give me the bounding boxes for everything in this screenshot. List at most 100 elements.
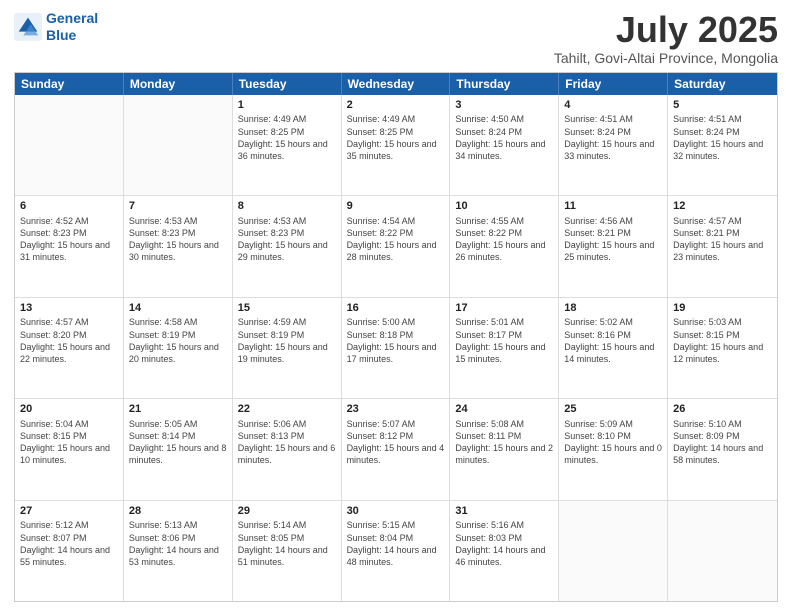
cell-info: Sunrise: 5:12 AM Sunset: 8:07 PM Dayligh… (20, 519, 118, 568)
day-number: 6 (20, 199, 118, 214)
day-number: 9 (347, 199, 445, 214)
main-title: July 2025 (554, 10, 778, 50)
empty-cell (15, 95, 124, 195)
day-number: 16 (347, 301, 445, 316)
header-day-friday: Friday (559, 73, 668, 95)
day-number: 14 (129, 301, 227, 316)
cell-info: Sunrise: 5:05 AM Sunset: 8:14 PM Dayligh… (129, 418, 227, 467)
header-day-wednesday: Wednesday (342, 73, 451, 95)
day-cell-25: 25Sunrise: 5:09 AM Sunset: 8:10 PM Dayli… (559, 399, 668, 499)
day-cell-29: 29Sunrise: 5:14 AM Sunset: 8:05 PM Dayli… (233, 501, 342, 601)
day-number: 23 (347, 402, 445, 417)
day-number: 7 (129, 199, 227, 214)
cell-info: Sunrise: 4:53 AM Sunset: 8:23 PM Dayligh… (129, 215, 227, 264)
logo-icon (14, 13, 42, 41)
cell-info: Sunrise: 5:06 AM Sunset: 8:13 PM Dayligh… (238, 418, 336, 467)
day-number: 31 (455, 504, 553, 519)
cell-info: Sunrise: 5:09 AM Sunset: 8:10 PM Dayligh… (564, 418, 662, 467)
day-number: 21 (129, 402, 227, 417)
day-number: 20 (20, 402, 118, 417)
day-cell-26: 26Sunrise: 5:10 AM Sunset: 8:09 PM Dayli… (668, 399, 777, 499)
empty-cell (559, 501, 668, 601)
cell-info: Sunrise: 4:56 AM Sunset: 8:21 PM Dayligh… (564, 215, 662, 264)
cell-info: Sunrise: 5:08 AM Sunset: 8:11 PM Dayligh… (455, 418, 553, 467)
logo: General Blue (14, 10, 98, 44)
day-cell-27: 27Sunrise: 5:12 AM Sunset: 8:07 PM Dayli… (15, 501, 124, 601)
day-number: 8 (238, 199, 336, 214)
day-number: 5 (673, 98, 772, 113)
day-cell-8: 8Sunrise: 4:53 AM Sunset: 8:23 PM Daylig… (233, 196, 342, 296)
calendar-row-3: 13Sunrise: 4:57 AM Sunset: 8:20 PM Dayli… (15, 298, 777, 399)
empty-cell (124, 95, 233, 195)
day-number: 12 (673, 199, 772, 214)
day-number: 11 (564, 199, 662, 214)
cell-info: Sunrise: 4:51 AM Sunset: 8:24 PM Dayligh… (673, 113, 772, 162)
day-number: 19 (673, 301, 772, 316)
cell-info: Sunrise: 5:00 AM Sunset: 8:18 PM Dayligh… (347, 316, 445, 365)
day-cell-21: 21Sunrise: 5:05 AM Sunset: 8:14 PM Dayli… (124, 399, 233, 499)
cell-info: Sunrise: 4:49 AM Sunset: 8:25 PM Dayligh… (347, 113, 445, 162)
header-day-monday: Monday (124, 73, 233, 95)
cell-info: Sunrise: 5:15 AM Sunset: 8:04 PM Dayligh… (347, 519, 445, 568)
day-cell-30: 30Sunrise: 5:15 AM Sunset: 8:04 PM Dayli… (342, 501, 451, 601)
cell-info: Sunrise: 4:58 AM Sunset: 8:19 PM Dayligh… (129, 316, 227, 365)
cell-info: Sunrise: 5:01 AM Sunset: 8:17 PM Dayligh… (455, 316, 553, 365)
header: General Blue July 2025 Tahilt, Govi-Alta… (14, 10, 778, 66)
cell-info: Sunrise: 5:02 AM Sunset: 8:16 PM Dayligh… (564, 316, 662, 365)
cell-info: Sunrise: 4:55 AM Sunset: 8:22 PM Dayligh… (455, 215, 553, 264)
day-number: 17 (455, 301, 553, 316)
day-cell-12: 12Sunrise: 4:57 AM Sunset: 8:21 PM Dayli… (668, 196, 777, 296)
logo-text: General Blue (46, 10, 98, 44)
day-number: 24 (455, 402, 553, 417)
day-cell-15: 15Sunrise: 4:59 AM Sunset: 8:19 PM Dayli… (233, 298, 342, 398)
calendar-body: 1Sunrise: 4:49 AM Sunset: 8:25 PM Daylig… (15, 95, 777, 601)
cell-info: Sunrise: 4:59 AM Sunset: 8:19 PM Dayligh… (238, 316, 336, 365)
calendar-row-1: 1Sunrise: 4:49 AM Sunset: 8:25 PM Daylig… (15, 95, 777, 196)
day-number: 2 (347, 98, 445, 113)
day-cell-5: 5Sunrise: 4:51 AM Sunset: 8:24 PM Daylig… (668, 95, 777, 195)
day-number: 3 (455, 98, 553, 113)
calendar: SundayMondayTuesdayWednesdayThursdayFrid… (14, 72, 778, 602)
empty-cell (668, 501, 777, 601)
title-block: July 2025 Tahilt, Govi-Altai Province, M… (554, 10, 778, 66)
day-number: 27 (20, 504, 118, 519)
cell-info: Sunrise: 5:14 AM Sunset: 8:05 PM Dayligh… (238, 519, 336, 568)
day-cell-3: 3Sunrise: 4:50 AM Sunset: 8:24 PM Daylig… (450, 95, 559, 195)
day-cell-23: 23Sunrise: 5:07 AM Sunset: 8:12 PM Dayli… (342, 399, 451, 499)
day-cell-2: 2Sunrise: 4:49 AM Sunset: 8:25 PM Daylig… (342, 95, 451, 195)
day-number: 29 (238, 504, 336, 519)
cell-info: Sunrise: 5:03 AM Sunset: 8:15 PM Dayligh… (673, 316, 772, 365)
cell-info: Sunrise: 4:51 AM Sunset: 8:24 PM Dayligh… (564, 113, 662, 162)
day-cell-24: 24Sunrise: 5:08 AM Sunset: 8:11 PM Dayli… (450, 399, 559, 499)
day-number: 1 (238, 98, 336, 113)
cell-info: Sunrise: 4:52 AM Sunset: 8:23 PM Dayligh… (20, 215, 118, 264)
cell-info: Sunrise: 4:53 AM Sunset: 8:23 PM Dayligh… (238, 215, 336, 264)
cell-info: Sunrise: 5:16 AM Sunset: 8:03 PM Dayligh… (455, 519, 553, 568)
header-day-thursday: Thursday (450, 73, 559, 95)
day-number: 28 (129, 504, 227, 519)
day-number: 26 (673, 402, 772, 417)
day-cell-6: 6Sunrise: 4:52 AM Sunset: 8:23 PM Daylig… (15, 196, 124, 296)
day-number: 22 (238, 402, 336, 417)
calendar-row-2: 6Sunrise: 4:52 AM Sunset: 8:23 PM Daylig… (15, 196, 777, 297)
day-cell-11: 11Sunrise: 4:56 AM Sunset: 8:21 PM Dayli… (559, 196, 668, 296)
day-cell-9: 9Sunrise: 4:54 AM Sunset: 8:22 PM Daylig… (342, 196, 451, 296)
day-cell-17: 17Sunrise: 5:01 AM Sunset: 8:17 PM Dayli… (450, 298, 559, 398)
header-day-tuesday: Tuesday (233, 73, 342, 95)
cell-info: Sunrise: 4:50 AM Sunset: 8:24 PM Dayligh… (455, 113, 553, 162)
subtitle: Tahilt, Govi-Altai Province, Mongolia (554, 50, 778, 66)
calendar-row-4: 20Sunrise: 5:04 AM Sunset: 8:15 PM Dayli… (15, 399, 777, 500)
cell-info: Sunrise: 4:57 AM Sunset: 8:20 PM Dayligh… (20, 316, 118, 365)
day-cell-13: 13Sunrise: 4:57 AM Sunset: 8:20 PM Dayli… (15, 298, 124, 398)
day-cell-10: 10Sunrise: 4:55 AM Sunset: 8:22 PM Dayli… (450, 196, 559, 296)
day-number: 30 (347, 504, 445, 519)
cell-info: Sunrise: 4:49 AM Sunset: 8:25 PM Dayligh… (238, 113, 336, 162)
day-number: 10 (455, 199, 553, 214)
day-number: 13 (20, 301, 118, 316)
day-number: 15 (238, 301, 336, 316)
calendar-row-5: 27Sunrise: 5:12 AM Sunset: 8:07 PM Dayli… (15, 501, 777, 601)
day-cell-16: 16Sunrise: 5:00 AM Sunset: 8:18 PM Dayli… (342, 298, 451, 398)
day-cell-19: 19Sunrise: 5:03 AM Sunset: 8:15 PM Dayli… (668, 298, 777, 398)
cell-info: Sunrise: 5:13 AM Sunset: 8:06 PM Dayligh… (129, 519, 227, 568)
page: General Blue July 2025 Tahilt, Govi-Alta… (0, 0, 792, 612)
